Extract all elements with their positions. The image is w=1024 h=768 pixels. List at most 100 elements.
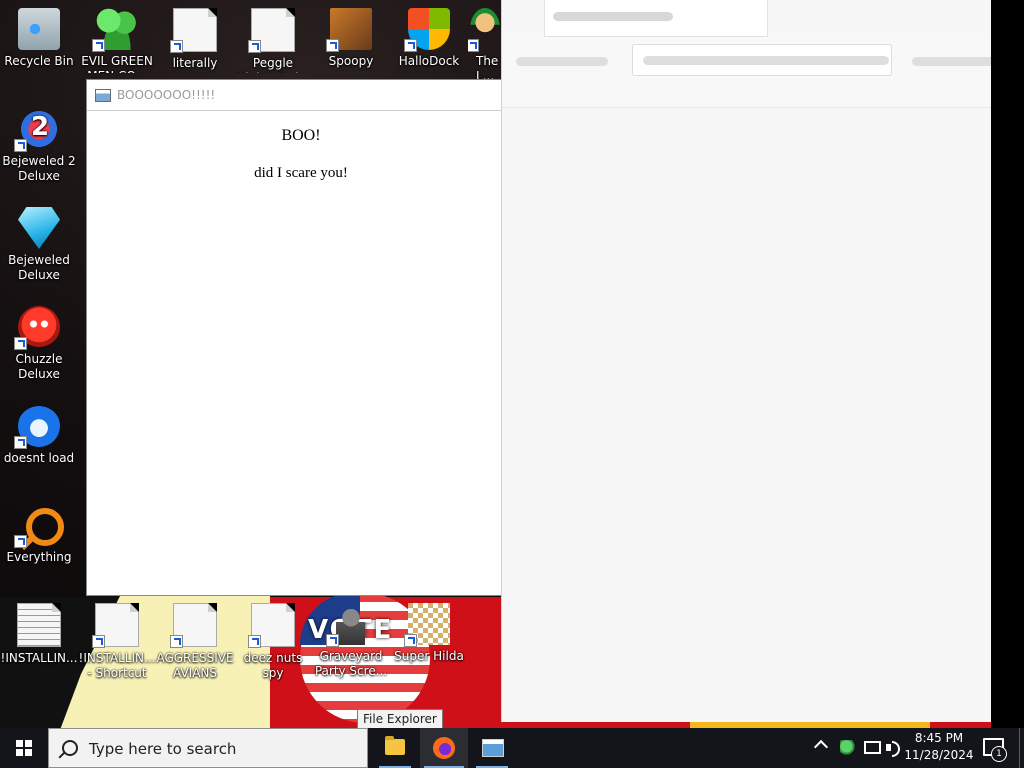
desktop-icon-label: Everything [6,550,72,564]
desktop-icon-doesnt-load[interactable]: doesnt load [0,405,78,466]
desktop-icon-label: Bejeweled Deluxe [8,253,70,282]
document-icon [170,8,217,53]
desktop-icon-the-l[interactable]: The L... [468,8,502,84]
shortcut-arrow-icon [404,39,417,52]
shortcut-arrow-icon [326,634,339,647]
shortcut-arrow-icon [170,40,183,53]
desktop-icon-hallodock[interactable]: HalloDock [390,8,468,69]
desktop-icon-installing[interactable]: !INSTALLIN... [0,603,78,666]
shortcut-arrow-icon [14,535,27,548]
skeleton-placeholder [516,57,608,66]
desktop-icon-literally[interactable]: literally [156,8,234,73]
desktop-icon-aggressive-avians[interactable]: AGGRESSIVE AVIANS [156,603,234,681]
thunderbird-icon [14,405,60,449]
skeleton-tab[interactable] [544,0,768,37]
spoopy-icon [326,8,372,52]
desktop-icon-bejeweled[interactable]: Bejeweled Deluxe [0,207,78,283]
shortcut-arrow-icon [404,634,417,647]
taskbar: Type here to search 8:45 PM 11/28/2024 1 [0,728,1024,768]
start-button[interactable] [0,728,48,768]
clock-date: 11/28/2024 [904,748,974,762]
text-file-icon [17,603,61,647]
shortcut-arrow-icon [14,436,27,449]
skeleton-input[interactable] [632,44,892,76]
desktop-icon-label: Graveyard Party Scre... [314,649,388,678]
desktop-icon-label: Spoopy [328,54,374,68]
desktop-icon-label: HalloDock [398,54,460,68]
skeleton-toolbar [502,37,991,108]
desktop-icon-deez-nuts-spy[interactable]: deez nuts spy [234,603,312,681]
desktop-icon-label: literally [172,56,218,70]
clock-time: 8:45 PM [914,731,964,745]
desktop-icon-label: Bejeweled 2 Deluxe [2,154,76,183]
network-icon[interactable] [864,741,881,754]
skeleton-tab-placeholder [553,12,673,21]
everything-search-icon [14,504,64,548]
blank-app-window[interactable] [501,0,991,722]
boo-message: did I scare you! [254,165,348,181]
show-desktop-button[interactable] [1019,728,1024,768]
document-icon [248,8,295,53]
skeleton-placeholder [912,57,991,66]
taskbar-app-firefox[interactable] [420,728,468,768]
window-app-icon [95,88,111,102]
firefox-icon [433,737,455,759]
window-app-icon [482,739,504,757]
window-title: BOOOOOOO!!!!! [117,88,216,102]
taskbar-search-box[interactable]: Type here to search [48,728,368,768]
taskbar-app-boo-window[interactable] [468,728,516,768]
super-hilda-icon [404,603,450,647]
tray-app-icon[interactable] [840,740,856,756]
chuzzle-icon [14,306,60,350]
shortcut-arrow-icon [14,337,27,350]
volume-icon[interactable] [886,740,902,757]
shortcut-arrow-icon [248,40,261,53]
bejeweled-2-icon: 2 [14,108,60,152]
shortcut-arrow-icon [170,635,183,648]
search-placeholder: Type here to search [89,740,237,758]
desktop-icon-spoopy[interactable]: Spoopy [312,8,390,69]
search-icon [62,740,78,756]
taskbar-clock[interactable]: 8:45 PM 11/28/2024 [902,730,976,764]
taskbar-app-file-explorer[interactable] [371,728,419,768]
shortcut-arrow-icon [468,39,479,52]
desktop-icon-peggle-nights[interactable]: Peggle Nights Del... [234,8,312,73]
window-titlebar[interactable]: BOOOOOOO!!!!! [87,80,515,111]
desktop-icon-label: EVIL GREEN MEN CO... [81,54,153,73]
boo-window[interactable]: BOOOOOOO!!!!! BOO! did I scare you! [86,79,516,596]
boo-heading: BOO! [281,127,321,144]
window-content: BOO! did I scare you! [87,127,515,182]
skeleton-placeholder [643,56,889,65]
taskbar-tooltip: File Explorer [357,709,443,729]
desktop-icon-super-hilda[interactable]: Super Hilda [390,603,468,664]
desktop-icon-bejeweled-2[interactable]: 2 Bejeweled 2 Deluxe [0,108,78,184]
shortcut-arrow-icon [92,39,105,52]
shortcut-arrow-icon [326,39,339,52]
chevron-up-icon[interactable] [813,739,829,755]
desktop-icon-label: Super Hilda [394,649,464,663]
windows-start-icon [16,740,32,756]
desktop-icon-graveyard-party[interactable]: Graveyard Party Scre... [312,603,390,679]
document-icon [92,603,139,648]
desktop-icon-label: !INSTALLIN... [0,651,78,665]
desktop-icon-everything[interactable]: Everything [0,504,78,565]
shortcut-arrow-icon [248,635,261,648]
desktop-icon-evil-green-men[interactable]: EVIL GREEN MEN CO... [78,8,156,73]
desktop-icon-label: doesnt load [3,451,75,465]
desktop-icon-installing-shortcut[interactable]: !INSTALLIN... - Shortcut [78,603,156,681]
graveyard-icon [326,603,372,647]
desktop-icon-label: Peggle Nights Del... [236,56,310,73]
desktop-icon-chuzzle[interactable]: Chuzzle Deluxe [0,306,78,382]
windows-logo-icon [404,8,450,52]
recycle-bin-icon [18,8,60,50]
luigi-icon [468,8,500,52]
shortcut-arrow-icon [14,139,27,152]
folder-icon [385,736,405,755]
desktop-icon-recycle-bin[interactable]: Recycle Bin [0,8,78,69]
document-icon [248,603,295,648]
desktop-icon-label: Chuzzle Deluxe [15,352,63,381]
desktop-icon-label: AGGRESSIVE AVIANS [156,651,234,680]
diamond-icon [18,207,60,249]
notification-count-badge: 1 [991,746,1007,762]
shortcut-arrow-icon [92,635,105,648]
